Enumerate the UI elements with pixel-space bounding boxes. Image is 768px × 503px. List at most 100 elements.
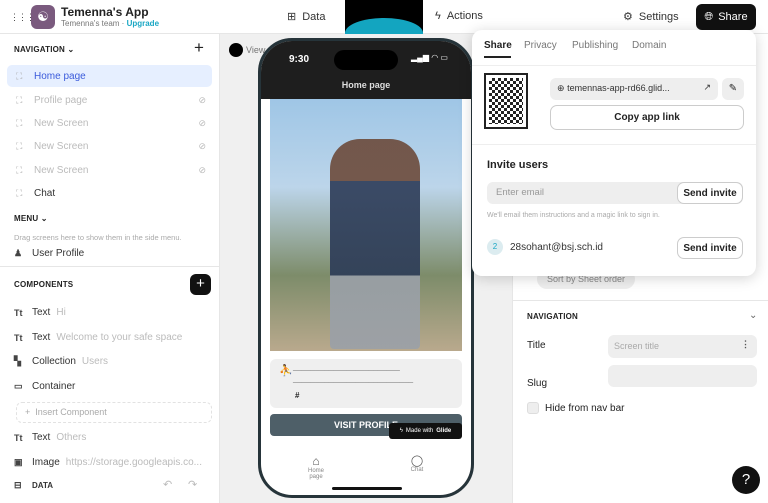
navigation-section-heading: NAVIGATION <box>527 312 579 321</box>
invited-email: 28sohant@bsj.sch.id <box>510 242 603 253</box>
nav-item-new-screen[interactable]: ⛶ New Screen ⊘ <box>7 159 212 181</box>
app-url-field[interactable]: ⊕ temennas-app-rd66.glid... ↗ <box>550 78 718 100</box>
data-section-toggle[interactable]: ⊟ DATA <box>14 480 53 491</box>
made-with-glide-badge[interactable]: ϟ Made with Glide <box>389 423 462 439</box>
components-heading: COMPONENTS <box>14 280 74 289</box>
screen-icon: ⛶ <box>16 187 23 198</box>
divider <box>513 300 768 301</box>
team-name: Temenna's team <box>61 19 120 28</box>
screen-icon: ⛶ <box>16 117 23 128</box>
screen-title-input[interactable]: Screen title ⋮ <box>608 335 757 358</box>
tab-actions-label: Actions <box>446 10 483 22</box>
menu-hint: Drag screens here to show them in the si… <box>14 233 182 242</box>
tab-chat[interactable]: ◯ Chat <box>402 454 432 473</box>
status-icons: ▂▄▆ ◠ ▭ <box>411 53 448 62</box>
popup-tab-domain[interactable]: Domain <box>632 40 666 51</box>
view-toggle-dot[interactable] <box>229 43 243 57</box>
edit-url-button[interactable]: ✎ <box>722 78 744 100</box>
collection-icon: ▚ <box>14 356 21 366</box>
tab-home-page[interactable]: ⌂ Home page <box>301 454 331 480</box>
nav-label: New Screen <box>34 117 89 129</box>
chevron-down-icon[interactable]: ⌄ <box>749 310 757 321</box>
component-container[interactable]: ▭ Container <box>14 381 75 392</box>
title-label: Title <box>527 340 546 351</box>
share-button[interactable]: 🌐︎ Share <box>696 4 756 30</box>
text-icon: Tt <box>14 307 23 318</box>
table-icon: ⊟ <box>14 480 22 490</box>
team-line: Temenna's team · Upgrade <box>61 19 159 28</box>
divider <box>0 266 219 267</box>
text-icon: Tt <box>14 332 23 343</box>
nav-label: Profile page <box>34 94 88 106</box>
tab-actions[interactable]: ϟ Actions <box>435 10 483 22</box>
component-collection[interactable]: ▚ Collection Users <box>14 356 108 367</box>
add-component-button[interactable]: + <box>190 274 211 295</box>
tab-settings[interactable]: ⚙ Settings <box>623 10 679 24</box>
navigation-heading[interactable]: NAVIGATION ⌄ <box>14 45 74 54</box>
more-vertical-icon: ⋮ <box>741 339 750 349</box>
undo-icon[interactable]: ↶ <box>163 478 172 491</box>
tab-data[interactable]: ⊞ Data <box>287 10 326 24</box>
home-indicator <box>332 487 402 490</box>
eye-off-icon: ⊘ <box>198 117 206 128</box>
open-external-icon: ↗ <box>703 82 711 92</box>
divider <box>472 144 756 145</box>
menu-heading[interactable]: MENU ⌄ <box>14 214 48 223</box>
tab-layout-active[interactable] <box>345 0 423 34</box>
slug-input[interactable] <box>608 365 757 387</box>
component-text[interactable]: Tt Text Others <box>14 432 86 443</box>
app-logo[interactable]: ☯ <box>31 5 55 29</box>
app-title: Temenna's App <box>61 5 149 19</box>
popup-tab-publishing[interactable]: Publishing <box>572 40 618 51</box>
component-text[interactable]: Tt Text Welcome to your safe space <box>14 332 182 343</box>
phone-preview: 9:30 ▂▄▆ ◠ ▭ Home page ⛹ _______________… <box>258 38 474 498</box>
lightning-icon: ϟ <box>435 10 441 22</box>
insert-component-button[interactable]: + Insert Component <box>16 402 212 423</box>
profile-card[interactable]: ⛹ ________________________ _____________… <box>270 359 462 408</box>
tab-data-label: Data <box>302 10 326 23</box>
send-invite-button[interactable]: Send invite <box>677 182 743 204</box>
nav-item-new-screen[interactable]: ⛶ New Screen ⊘ <box>7 112 212 134</box>
popup-tab-privacy[interactable]: Privacy <box>524 40 557 51</box>
person-icon: ⛹ <box>279 365 293 377</box>
gear-icon: ⚙ <box>623 11 633 23</box>
screen-icon: ⛶ <box>16 140 23 151</box>
user-avatar: 2 <box>487 239 503 255</box>
invite-hint: We'll email them instructions and a magi… <box>487 212 660 219</box>
upgrade-link[interactable]: Upgrade <box>127 19 159 28</box>
nav-item-new-screen[interactable]: ⛶ New Screen ⊘ <box>7 135 212 157</box>
status-time: 9:30 <box>289 54 310 65</box>
container-icon: ▭ <box>14 381 23 391</box>
component-text[interactable]: Tt Text Hi <box>14 307 66 318</box>
qr-code <box>484 73 528 129</box>
separator: · <box>119 19 127 28</box>
apps-grid-icon[interactable]: ⋮⋮⋮ <box>10 12 35 22</box>
tab-settings-label: Settings <box>638 10 679 23</box>
screen-title: Home page <box>341 80 391 90</box>
globe-icon: ⊕ <box>557 83 565 93</box>
nav-item-profile[interactable]: ⛶ Profile page ⊘ <box>7 89 212 111</box>
component-image[interactable]: ▣ Image https://storage.googleapis.co... <box>14 457 202 468</box>
nav-label: Home page <box>34 70 86 82</box>
nav-label: New Screen <box>34 164 89 176</box>
resend-invite-button[interactable]: Send invite <box>677 237 743 259</box>
add-screen-button[interactable]: + <box>194 38 204 58</box>
profile-line: ________________________ <box>293 362 400 371</box>
popup-tab-share[interactable]: Share <box>484 40 512 51</box>
copy-app-link-button[interactable]: Copy app link <box>550 105 744 130</box>
user-icon: ♟ <box>14 248 23 258</box>
eye-off-icon: ⊘ <box>198 94 206 105</box>
hide-nav-checkbox[interactable] <box>527 402 539 414</box>
profile-hash: # <box>295 391 300 400</box>
help-button[interactable]: ? <box>732 466 760 494</box>
nav-item-chat[interactable]: ⛶ Chat <box>7 182 212 204</box>
screen-icon: ⛶ <box>16 94 23 105</box>
nav-item-home[interactable]: ⛶ Home page <box>7 65 212 87</box>
redo-icon[interactable]: ↷ <box>188 478 197 491</box>
menu-item-user-profile[interactable]: ♟ User Profile <box>14 248 84 259</box>
text-icon: Tt <box>14 432 23 443</box>
dynamic-island <box>334 50 398 70</box>
eye-off-icon: ⊘ <box>198 140 206 151</box>
chat-icon: ◯ <box>410 455 424 467</box>
share-popup: Share Privacy Publishing Domain ⊕ temenn… <box>472 30 756 276</box>
